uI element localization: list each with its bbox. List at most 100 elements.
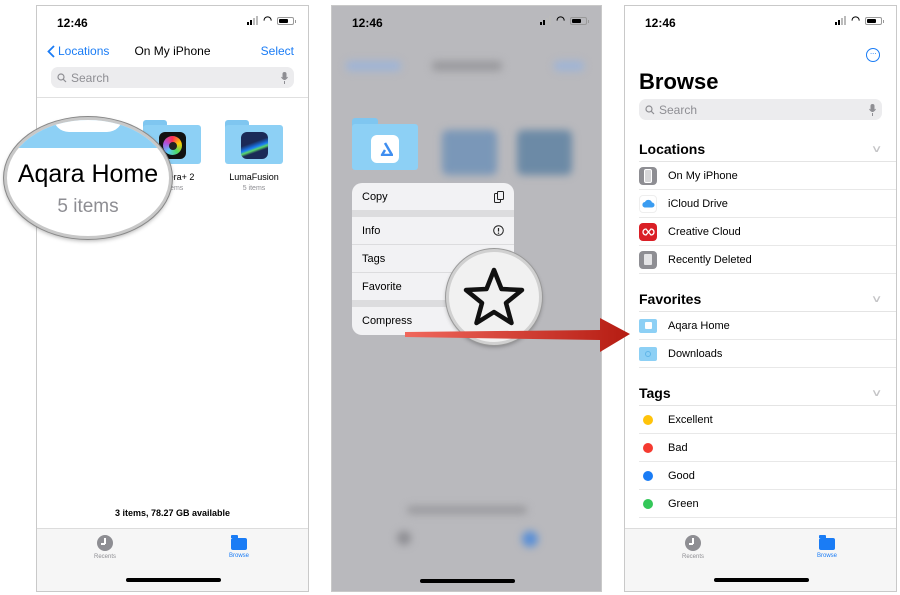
status-icons: ◠ (835, 15, 884, 26)
section-title: Favorites (639, 291, 702, 307)
tab-recents[interactable]: Recents (75, 535, 135, 560)
search-placeholder: Search (659, 102, 698, 117)
iphone-icon (639, 166, 657, 185)
aqara-app-icon (371, 135, 399, 163)
location-on-my-iphone[interactable]: On My iPhone (639, 162, 896, 190)
row-label: Creative Cloud (668, 225, 741, 238)
status-bar: 12:46 ◠ (625, 6, 896, 36)
tag-excellent[interactable]: Excellent (639, 406, 896, 434)
status-bar: 12:46 ◠ (332, 6, 601, 36)
more-options-button[interactable]: ··· (866, 48, 880, 62)
copy-icon (494, 190, 504, 203)
tab-bar: Recents Browse (37, 528, 308, 591)
chevron-down-icon[interactable]: ∨ (870, 294, 882, 305)
menu-item-label: Compress (362, 315, 413, 327)
wifi-icon: ◠ (556, 15, 565, 26)
select-button[interactable]: Select (261, 44, 294, 58)
search-input[interactable]: Search (639, 99, 882, 120)
menu-item-label: Favorite (362, 280, 402, 293)
favorite-downloads[interactable]: Downloads (639, 340, 896, 368)
folder-item-count: 5 items (242, 185, 266, 192)
home-indicator (713, 578, 809, 582)
icloud-icon (639, 194, 657, 213)
tab-browse[interactable]: Browse (209, 535, 269, 559)
tab-label: Browse (228, 553, 249, 559)
wifi-icon: ◠ (263, 15, 272, 26)
folder-icon (819, 535, 835, 550)
files-on-my-iphone-screen: 12:46 ◠ Locations On My iPhone Select Se… (36, 5, 309, 592)
status-time: 12:46 (645, 16, 676, 30)
tab-label: Recents (681, 554, 704, 560)
favorite-aqara-home[interactable]: Aqara Home (639, 312, 896, 340)
lumafusion-app-icon (241, 132, 268, 159)
row-label: Good (668, 469, 695, 482)
cellular-signal-icon (540, 16, 552, 25)
location-creative-cloud[interactable]: Creative Cloud (639, 218, 896, 246)
battery-icon (277, 16, 296, 25)
star-icon (463, 267, 525, 326)
location-icloud-drive[interactable]: iCloud Drive (639, 190, 896, 218)
folder-name: LumaFusion (229, 172, 279, 182)
section-header[interactable]: Favorites ∨ (639, 287, 896, 312)
status-icons: ◠ (540, 15, 589, 26)
folder-lumafusion[interactable] (225, 120, 283, 164)
creative-cloud-icon (639, 222, 657, 241)
folder-aqara-home[interactable] (352, 118, 418, 170)
row-label: Aqara Home (668, 319, 730, 332)
wifi-icon: ◠ (851, 15, 860, 26)
context-menu-screen: 12:46 ◠ Copy Info Tags Favorite Compress (331, 5, 602, 592)
section-header[interactable]: Locations ∨ (639, 137, 896, 162)
menu-item-info[interactable]: Info (352, 217, 514, 245)
tag-good[interactable]: Good (639, 462, 896, 490)
tab-bar: Recents Browse (625, 528, 896, 591)
battery-icon (865, 16, 884, 25)
tag-color-dot (643, 498, 653, 509)
trash-icon (639, 250, 657, 269)
search-icon (57, 72, 67, 82)
microphone-icon[interactable] (281, 71, 288, 84)
status-time: 12:46 (352, 16, 383, 30)
tab-recents[interactable]: Recents (663, 535, 723, 560)
downloads-folder-icon (639, 346, 657, 361)
search-input[interactable]: Search (51, 67, 294, 88)
home-indicator (125, 578, 221, 582)
magnifier-aqara-home[interactable]: Aqara Home 5 items (4, 117, 172, 239)
files-browse-screen: 12:46 ◠ ··· Browse Search Locations ∨ On… (624, 5, 897, 592)
magnifier-favorite-star (446, 249, 542, 345)
search-icon (645, 104, 655, 114)
tab-browse[interactable]: Browse (797, 535, 857, 559)
section-locations: Locations ∨ On My iPhone iCloud Drive Cr… (639, 137, 896, 274)
row-label: Green (668, 497, 699, 510)
status-time: 12:46 (57, 16, 88, 30)
status-icons: ◠ (247, 15, 296, 26)
tag-green[interactable]: Green (639, 490, 896, 518)
section-favorites: Favorites ∨ Aqara Home Downloads (639, 287, 896, 368)
storage-info: 3 items, 78.27 GB available (114, 508, 231, 518)
menu-item-label: Copy (362, 190, 388, 203)
magnified-folder-name: Aqara Home (17, 160, 159, 188)
section-header[interactable]: Tags ∨ (639, 381, 896, 406)
menu-item-copy[interactable]: Copy (352, 183, 514, 211)
row-label: Recently Deleted (668, 253, 752, 266)
microphone-icon[interactable] (869, 103, 876, 116)
navigation-bar: Locations On My iPhone Select (37, 42, 308, 62)
battery-icon (570, 16, 589, 25)
chevron-down-icon[interactable]: ∨ (870, 144, 882, 155)
row-label: On My iPhone (668, 169, 738, 182)
tag-color-dot (643, 470, 653, 481)
row-label: Downloads (668, 347, 723, 360)
tag-bad[interactable]: Bad (639, 434, 896, 462)
cellular-signal-icon (247, 16, 259, 25)
row-label: Bad (668, 441, 688, 454)
ellipsis-icon: ··· (869, 49, 877, 58)
location-recently-deleted[interactable]: Recently Deleted (639, 246, 896, 274)
cellular-signal-icon (835, 16, 847, 25)
folder-icon (231, 535, 247, 550)
menu-item-label: Info (362, 224, 381, 237)
section-title: Locations (639, 141, 706, 157)
magnified-item-count: 5 items (57, 196, 119, 217)
row-label: Excellent (668, 413, 713, 426)
chevron-down-icon[interactable]: ∨ (870, 388, 882, 399)
tag-color-dot (643, 414, 653, 425)
tab-label: Browse (816, 553, 837, 559)
